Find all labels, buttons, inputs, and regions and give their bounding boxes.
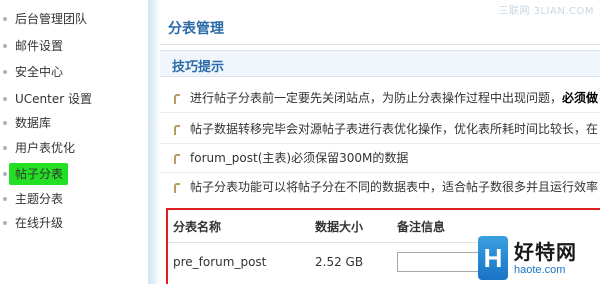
tip-item: 进行帖子分表前一定要先关闭站点，为防止分表操作过程中出现问题，必须做 [174,88,598,108]
bullet-icon [3,172,7,176]
sidebar-item-post-split[interactable]: 帖子分表 [0,163,68,185]
sidebar-item-ucenter-settings[interactable]: UCenter 设置 [0,88,92,110]
watermark: 三联网 3LIAN.COM [498,6,594,17]
tip-item: 帖子分表功能可以将帖子分在不同的数据表中，适合帖子数很多并且运行效率 [174,177,598,197]
bullet-icon [3,44,7,48]
column-header-table-name: 分表名称 [173,220,222,234]
tip-divider [160,112,600,113]
tip-bullet-icon [174,153,180,164]
tip-divider [160,172,600,173]
column-header-data-size: 数据大小 [315,220,364,234]
bullet-icon [3,221,7,225]
bullet-icon [3,70,7,74]
sidebar-divider [148,0,160,284]
bullet-icon [3,197,7,201]
note-input[interactable] [397,252,485,272]
sidebar-item-security-center[interactable]: 安全中心 [0,61,63,83]
site-logo: H 好特网 haote.com [478,234,600,284]
sidebar-item-label: 主题分表 [15,192,64,206]
title-divider [160,44,600,45]
sidebar-item-label: 安全中心 [15,65,64,79]
sidebar-item-label: 帖子分表 [15,167,64,181]
logo-url: haote.com [514,264,566,276]
sidebar-item-label: UCenter 设置 [15,92,92,106]
tip-item: forum_post(主表)必须保留300M的数据 [174,148,408,168]
bullet-icon [3,146,7,150]
logo-name: 好特网 [514,240,577,264]
bullet-icon [3,121,7,125]
tip-text: 帖子数据转移完毕会对源帖子表进行表优化操作，优化表所耗时间比较长，在 [190,122,599,136]
tip-emphasis: 必须做 [562,91,599,105]
sidebar-item-admin-team[interactable]: 后台管理团队 [0,8,87,30]
sidebar-item-label: 在线升级 [15,216,64,230]
tips-header: 技巧提示 [160,50,600,77]
tip-bullet-icon [174,182,180,193]
sidebar-item-label: 后台管理团队 [15,12,88,26]
sidebar: 后台管理团队 邮件设置 安全中心 UCenter 设置 数据库 用户表优化 帖子… [0,0,148,284]
sidebar-item-thread-split[interactable]: 主题分表 [0,188,63,210]
tips-title: 技巧提示 [172,60,225,75]
tip-bullet-icon [174,124,180,135]
bullet-icon [3,97,7,101]
sidebar-item-online-upgrade[interactable]: 在线升级 [0,212,63,234]
sidebar-item-database[interactable]: 数据库 [0,112,51,134]
page-title: 分表管理 [168,21,224,37]
sidebar-item-mail-settings[interactable]: 邮件设置 [0,35,63,57]
sidebar-item-label: 数据库 [15,116,52,130]
tip-text: 进行帖子分表前一定要先关闭站点，为防止分表操作过程中出现问题， [190,91,563,105]
column-header-note: 备注信息 [397,220,446,234]
tip-text: 帖子分表功能可以将帖子分在不同的数据表中，适合帖子数很多并且运行效率 [190,180,599,194]
bullet-icon [3,17,7,21]
table-cell-name: pre_forum_post [173,255,267,269]
table-cell-size: 2.52 GB [315,255,364,269]
tip-text: forum_post(主表)必须保留300M的数据 [190,151,409,165]
logo-mark-icon: H [478,236,508,280]
sidebar-item-label: 用户表优化 [15,141,76,155]
tip-bullet-icon [174,93,180,104]
tip-item: 帖子数据转移完毕会对源帖子表进行表优化操作，优化表所耗时间比较长，在 [174,119,598,139]
sidebar-item-user-table-optimize[interactable]: 用户表优化 [0,137,75,159]
tip-divider [160,143,600,144]
sidebar-item-label: 邮件设置 [15,39,64,53]
